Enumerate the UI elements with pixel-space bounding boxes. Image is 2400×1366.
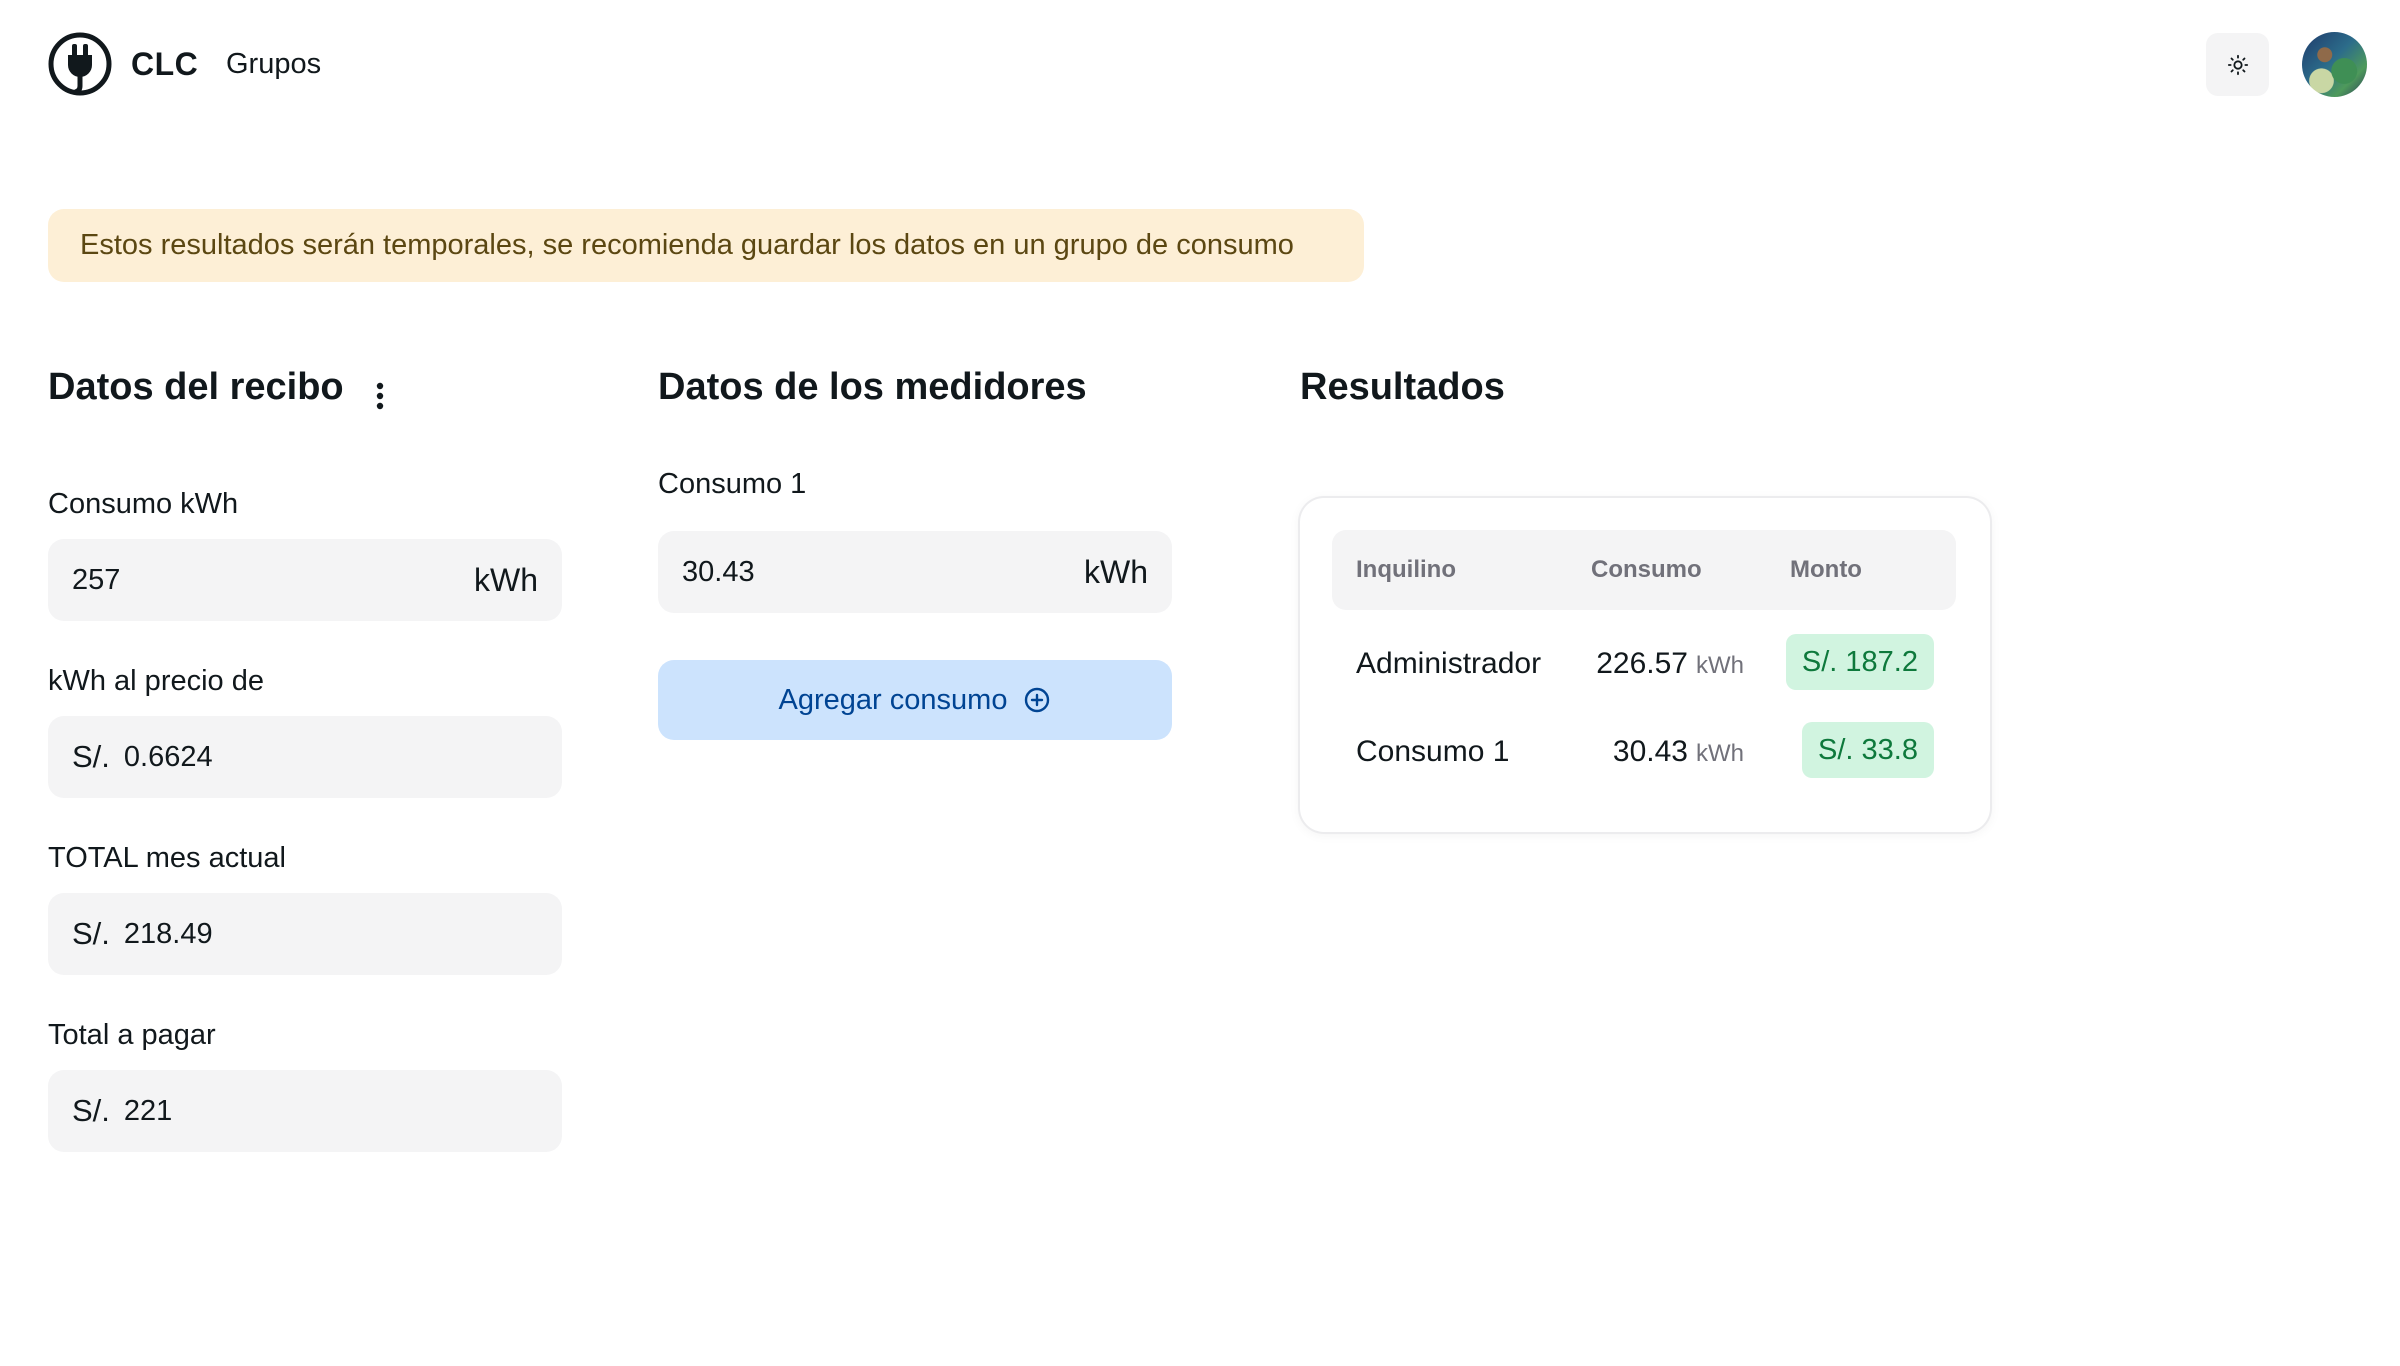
consumo-1-label: Consumo 1 <box>658 468 807 500</box>
plus-circle-icon <box>1025 687 1050 713</box>
meters-section-title: Datos de los medidores <box>658 366 1087 408</box>
temporary-results-alert: Estos resultados serán temporales, se re… <box>48 209 1364 282</box>
theme-toggle-button[interactable] <box>2206 33 2269 96</box>
vertical-dots-icon <box>376 382 384 410</box>
column-header-monto[interactable]: Monto <box>1790 530 1862 610</box>
plug-logo-icon <box>48 32 112 96</box>
currency-prefix: S/. <box>72 1093 110 1128</box>
table-header: Inquilino Consumo Monto <box>1332 530 1956 610</box>
amount-chip: S/. 33.8 <box>1802 722 1934 778</box>
brand[interactable]: CLC <box>47 31 198 97</box>
consumption-value: 30.43 <box>1612 735 1688 768</box>
currency-prefix: S/. <box>72 916 110 951</box>
results-section-title: Resultados <box>1300 366 1505 408</box>
consumo-kwh-input[interactable] <box>72 563 464 597</box>
consumption-unit: kWh <box>1696 740 1744 767</box>
precio-kwh-label: kWh al precio de <box>48 665 264 697</box>
kwh-suffix: kWh <box>474 561 538 598</box>
column-header-inquilino[interactable]: Inquilino <box>1356 530 1456 610</box>
tenant-name: Administrador <box>1356 647 1542 680</box>
tenant-consumption: 226.57 kWh <box>1596 634 1744 694</box>
table-row[interactable]: Administrador 226.57 kWh S/. 187.2 <box>1300 634 1990 694</box>
kwh-suffix: kWh <box>1084 553 1148 590</box>
tenant-consumption: 30.43 kWh <box>1613 722 1744 782</box>
consumo-1-input[interactable] <box>682 555 1074 589</box>
receipt-section-title: Datos del recibo <box>48 366 344 408</box>
receipt-menu-button[interactable] <box>364 376 396 416</box>
user-avatar[interactable] <box>2302 32 2367 97</box>
total-mes-input[interactable] <box>123 917 538 951</box>
column-header-consumo[interactable]: Consumo <box>1591 530 1702 610</box>
consumption-unit: kWh <box>1696 652 1744 679</box>
total-pagar-field[interactable]: S/. <box>48 1070 562 1152</box>
consumo-kwh-field[interactable]: kWh <box>48 539 562 621</box>
total-mes-label: TOTAL mes actual <box>48 842 286 874</box>
consumo-kwh-label: Consumo kWh <box>48 488 239 520</box>
tenant-name: Consumo 1 <box>1356 735 1510 768</box>
results-table: Inquilino Consumo Monto Administrador 22… <box>1300 498 1990 832</box>
consumo-1-field[interactable]: kWh <box>658 531 1172 613</box>
precio-kwh-input[interactable] <box>123 740 538 774</box>
table-row[interactable]: Consumo 1 30.43 kWh S/. 33.8 <box>1300 722 1990 782</box>
consumption-value: 226.57 <box>1596 647 1688 680</box>
total-pagar-input[interactable] <box>123 1094 538 1128</box>
amount-chip: S/. 187.2 <box>1785 634 1934 690</box>
total-mes-field[interactable]: S/. <box>48 893 562 975</box>
currency-prefix: S/. <box>72 739 110 774</box>
precio-kwh-field[interactable]: S/. <box>48 716 562 798</box>
brand-name: CLC <box>131 45 199 82</box>
total-pagar-label: Total a pagar <box>48 1019 216 1051</box>
add-consumption-button[interactable]: Agregar consumo <box>658 660 1172 740</box>
add-consumption-label: Agregar consumo <box>778 683 1008 716</box>
sun-icon <box>2227 54 2248 75</box>
nav-link-grupos[interactable]: Grupos <box>226 48 321 81</box>
alert-text: Estos resultados serán temporales, se re… <box>80 229 1294 261</box>
navbar: CLC Grupos <box>0 0 2400 130</box>
